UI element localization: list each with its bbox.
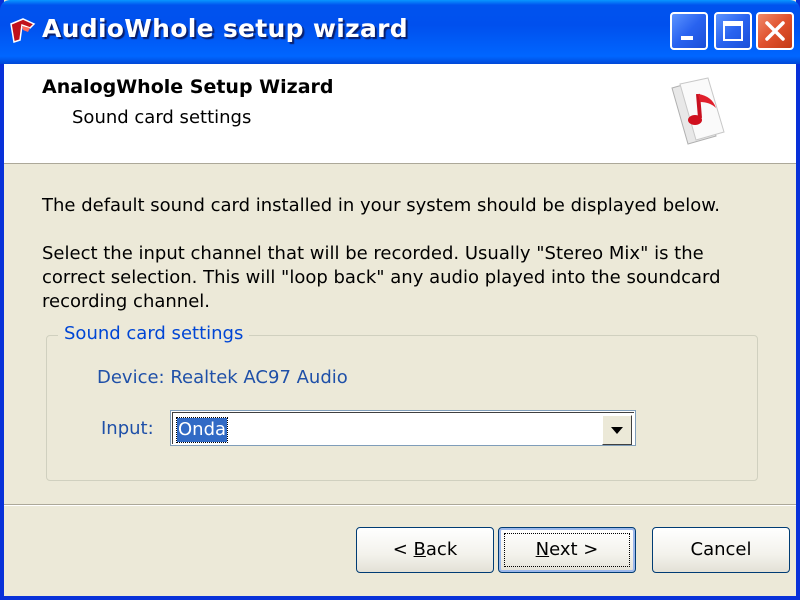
focus-rectangle [504, 533, 630, 567]
header-subtitle: Sound card settings [72, 107, 252, 128]
maximize-icon [723, 21, 743, 41]
minimize-button[interactable] [670, 12, 708, 50]
header-title: AnalogWhole Setup Wizard [42, 76, 334, 98]
close-button[interactable] [756, 12, 794, 50]
device-label: Device: Realtek AC97 Audio [97, 367, 348, 388]
setup-wizard-window: AudioWhole setup wizard AnalogWhole Setu… [0, 0, 800, 600]
app-icon [10, 18, 36, 43]
chevron-down-icon [611, 427, 623, 434]
minimize-icon [681, 36, 693, 40]
input-label: Input: [101, 418, 154, 439]
description-text: The default sound card installed in your… [42, 195, 721, 216]
title-bar[interactable]: AudioWhole setup wizard [0, 0, 800, 64]
next-button[interactable]: Next > [498, 527, 636, 573]
groupbox-legend: Sound card settings [58, 323, 250, 344]
sound-card-groupbox [46, 335, 758, 481]
wizard-header: AnalogWhole Setup Wizard Sound card sett… [4, 64, 796, 164]
back-label-prefix: < [392, 539, 414, 560]
input-select-field: Onda [172, 412, 634, 445]
close-icon [765, 21, 785, 41]
back-button[interactable]: < Back [356, 527, 494, 573]
maximize-button[interactable] [714, 12, 752, 50]
button-separator [4, 504, 796, 506]
cancel-button[interactable]: Cancel [652, 527, 790, 573]
back-accelerator: B [413, 539, 426, 560]
input-selected-value: Onda [175, 417, 229, 443]
input-select[interactable]: Onda [170, 410, 636, 446]
dropdown-button[interactable] [602, 415, 632, 445]
instruction-text: Select the input channel that will be re… [42, 243, 721, 312]
back-label-suffix: ack [425, 539, 458, 560]
window-title: AudioWhole setup wizard [42, 14, 408, 43]
music-note-icon [671, 77, 725, 145]
